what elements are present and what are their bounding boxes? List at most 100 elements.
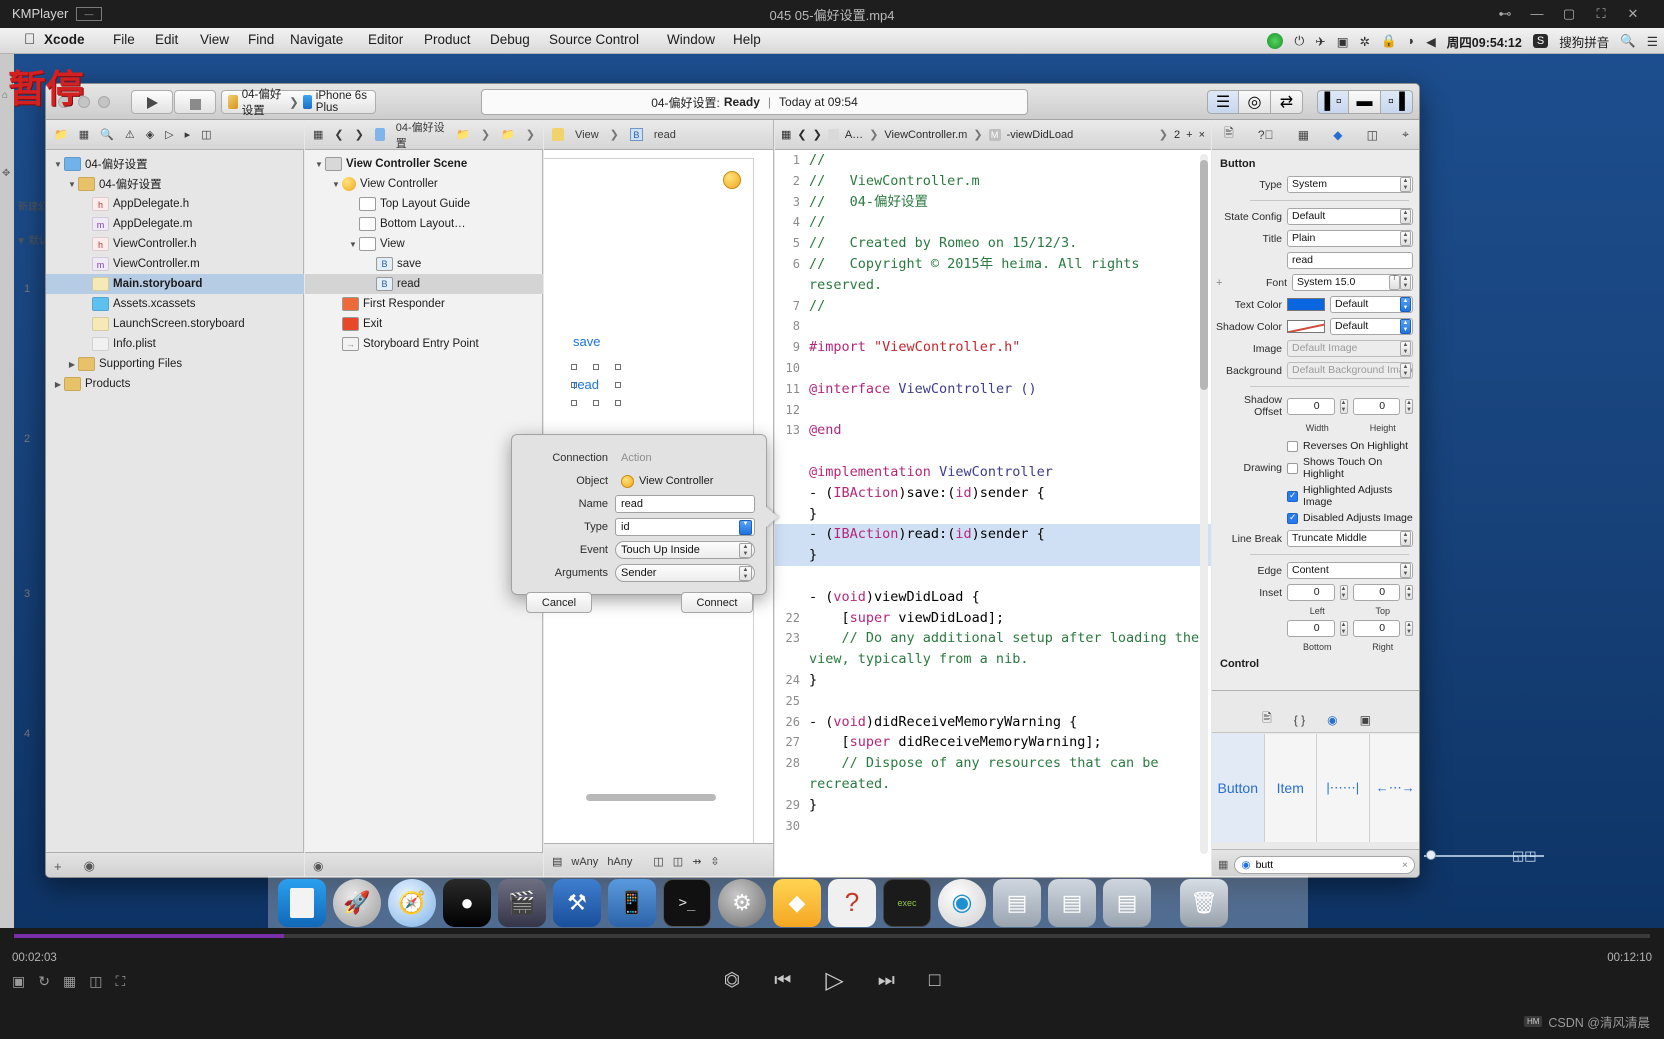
navigator-row-launchscreen-storyboard[interactable]: LaunchScreen.storyboard bbox=[46, 314, 304, 334]
line-text[interactable]: } bbox=[809, 545, 1211, 566]
dock-item-finder[interactable] bbox=[278, 878, 326, 927]
media-library-icon[interactable]: ▣ bbox=[1360, 713, 1371, 727]
shadow-offset-width-input[interactable]: 0 bbox=[1287, 397, 1335, 415]
dock-item-sketch[interactable]: ◆ bbox=[773, 878, 821, 927]
editor-add-icon[interactable]: + bbox=[1186, 129, 1192, 141]
menu-source-control[interactable]: Source Control bbox=[549, 32, 639, 47]
desktop-expand-icon[interactable]: ◱◳ bbox=[1512, 848, 1537, 864]
code-line[interactable]: 4 // bbox=[775, 212, 1211, 233]
dock-item-imovie[interactable]: 🎬 bbox=[498, 878, 546, 927]
toggle-utilities-icon[interactable]: ▫▐ bbox=[1381, 90, 1413, 114]
menu-view[interactable]: View bbox=[200, 32, 229, 47]
resize-handle-tl[interactable] bbox=[571, 364, 577, 370]
outline-row-exit[interactable]: Exit bbox=[305, 314, 543, 334]
line-text[interactable]: // Do any additional setup after loading… bbox=[809, 628, 1211, 670]
canvas-horizontal-scrollbar[interactable] bbox=[586, 794, 716, 801]
disclosure-open-icon[interactable]: ▼ bbox=[52, 160, 64, 169]
menu-debug[interactable]: Debug bbox=[490, 32, 530, 47]
code-line[interactable]: 22 [super viewDidLoad]; bbox=[775, 608, 1211, 629]
wifi-icon[interactable]: ◗ bbox=[1408, 34, 1416, 48]
line-text[interactable]: // Created by Romeo on 15/12/3. bbox=[809, 233, 1211, 254]
line-text[interactable]: } bbox=[809, 670, 1211, 691]
disclosure-closed-icon[interactable]: ▶ bbox=[66, 360, 78, 369]
checkbox-disabled-adjusts-image[interactable] bbox=[1287, 512, 1298, 524]
code-line[interactable] bbox=[775, 566, 1211, 587]
code-line[interactable]: @implementation ViewController bbox=[775, 462, 1211, 483]
pin-icon[interactable]: ⇸ bbox=[692, 855, 701, 868]
chevron-updown-icon[interactable]: ▲ ▼ bbox=[1400, 275, 1411, 290]
popover-object-value[interactable]: View Controller bbox=[615, 472, 755, 490]
outline-row-save[interactable]: Bsave bbox=[305, 254, 543, 274]
code-line[interactable]: 3 // 04-偏好设置 bbox=[775, 192, 1211, 213]
line-text[interactable]: // bbox=[809, 296, 1211, 317]
line-text[interactable]: [super didReceiveMemoryWarning]; bbox=[809, 732, 1211, 753]
field-background-value[interactable]: Default Background Image ▲ ▼ bbox=[1287, 362, 1413, 379]
field-image[interactable]: Image Default Image ▲ ▼ bbox=[1216, 340, 1413, 357]
dock-item-terminal[interactable]: >_ bbox=[663, 878, 711, 927]
library-item-button[interactable]: Button bbox=[1212, 734, 1265, 842]
editor-scrollbar-thumb[interactable] bbox=[1200, 160, 1208, 390]
code-line[interactable]: 30 bbox=[775, 816, 1211, 837]
screen-record-icon[interactable]: ▣ bbox=[1337, 34, 1349, 49]
fullscreen-icon[interactable]: ⛶ bbox=[1590, 4, 1612, 24]
editor-mode-segmented-control[interactable]: ☰ ◎ ⇄ bbox=[1207, 90, 1303, 114]
library-object-grid[interactable]: Button Item |⋯⋯| ←⋯→ bbox=[1212, 734, 1419, 842]
navigator-row-supporting-files[interactable]: ▶ Supporting Files bbox=[46, 354, 304, 374]
line-text[interactable] bbox=[809, 691, 1211, 712]
canvas-read-button[interactable]: read bbox=[571, 364, 621, 406]
outline-jumpbar[interactable]: ▦ ❮ ❯ 04-偏好设置 📁 ❯ 📁 ❯ bbox=[305, 120, 543, 150]
field-line-break[interactable]: Line Break Truncate Middle ▲ ▼ bbox=[1216, 530, 1413, 547]
popover-event-value[interactable]: Touch Up Inside ▲ ▼ bbox=[615, 541, 755, 559]
code-line[interactable]: 1 // bbox=[775, 150, 1211, 171]
canvas-crumb-read[interactable]: read bbox=[654, 129, 676, 141]
add-file-button[interactable]: + bbox=[54, 859, 62, 874]
navigator-row-products[interactable]: ▶ Products bbox=[46, 374, 304, 394]
canvas-save-button[interactable]: save bbox=[573, 334, 600, 349]
field-title-text-value[interactable]: read bbox=[1287, 252, 1413, 269]
code-line[interactable]: 9 #import "ViewController.h" bbox=[775, 337, 1211, 358]
apple-logo-icon[interactable]:  bbox=[24, 31, 35, 48]
line-text[interactable]: [super viewDidLoad]; bbox=[809, 608, 1211, 629]
related-items-icon[interactable]: ▦ bbox=[781, 128, 791, 141]
line-text[interactable] bbox=[809, 316, 1211, 337]
disclosure-closed-icon[interactable]: ▶ bbox=[52, 380, 64, 389]
align-icon[interactable]: ◫ bbox=[673, 855, 683, 868]
dock-item-question-app[interactable]: ? bbox=[828, 878, 876, 927]
inset-left-stepper[interactable]: ▲ ▼ bbox=[1339, 585, 1348, 600]
inset-bottom-input[interactable]: 0 bbox=[1287, 620, 1335, 637]
code-line[interactable]: 24} bbox=[775, 670, 1211, 691]
navigator-tab-bar[interactable]: 📁 ▦ 🔍 ⚠ ◈ ▷ ▸ ◫ bbox=[46, 120, 304, 150]
resolve-issues-icon[interactable]: ⇳ bbox=[710, 855, 719, 868]
connections-inspector-icon[interactable]: ⌖ bbox=[1402, 127, 1409, 142]
line-text[interactable]: // Dispose of any resources that can be … bbox=[809, 753, 1211, 795]
menu-xcode[interactable]: Xcode bbox=[44, 32, 85, 47]
crumb-file[interactable]: ViewController.m bbox=[884, 129, 967, 141]
drawing-option-shows-touch[interactable]: Drawing Shows Touch On Highlight bbox=[1216, 456, 1413, 480]
code-line[interactable]: 6 // Copyright © 2015年 heima. All rights … bbox=[775, 254, 1211, 296]
stop-icon[interactable]: □ bbox=[929, 970, 940, 992]
field-title-value[interactable]: Plain ▲ ▼ bbox=[1287, 230, 1413, 247]
menu-product[interactable]: Product bbox=[424, 32, 471, 47]
dock-item-trash[interactable]: 🗑 bbox=[1180, 878, 1228, 927]
kmplayer-transport-controls[interactable]: ⏣ ⏮ ▷ ⏭ □ bbox=[0, 966, 1664, 995]
chevron-updown-icon[interactable]: ▲ ▼ bbox=[1400, 363, 1411, 378]
field-text-color-value[interactable]: Default ▲ ▼ bbox=[1330, 296, 1413, 313]
outline-crumb-project[interactable]: 04-偏好设置 bbox=[396, 119, 445, 151]
folder-crumb-2-icon[interactable]: 📁 bbox=[501, 128, 515, 141]
code-line[interactable]: 29} bbox=[775, 795, 1211, 816]
outline-row-view-controller-scene[interactable]: ▼ View Controller Scene bbox=[305, 154, 543, 174]
dock-item-simulator[interactable]: 📱 bbox=[608, 878, 656, 927]
drawing-option-highlighted-adjusts[interactable]: Highlighted Adjusts Image bbox=[1216, 484, 1413, 508]
chevron-updown-icon[interactable]: ▲ ▼ bbox=[1400, 209, 1411, 224]
field-inset-bottom-row[interactable]: 0 ▲ ▼ 0 ▲ ▼ bbox=[1216, 620, 1413, 637]
resize-handle-tr[interactable] bbox=[615, 364, 621, 370]
navigator-row-main-storyboard[interactable]: Main.storyboard bbox=[46, 274, 304, 294]
resize-handle-bl[interactable] bbox=[571, 400, 577, 406]
field-type[interactable]: Type System ▲ ▼ bbox=[1216, 176, 1413, 193]
navigator-row-04-----[interactable]: ▼ 04-偏好设置 bbox=[46, 154, 304, 174]
project-navigator-icon[interactable]: 📁 bbox=[54, 128, 68, 141]
field-font[interactable]: + Font System 15.0 T ▲ ▼ bbox=[1216, 274, 1413, 291]
version-editor-icon[interactable]: ⇄ bbox=[1271, 90, 1303, 114]
code-line[interactable]: 8 bbox=[775, 316, 1211, 337]
outline-row-top-layout-guide[interactable]: Top Layout Guide bbox=[305, 194, 543, 214]
